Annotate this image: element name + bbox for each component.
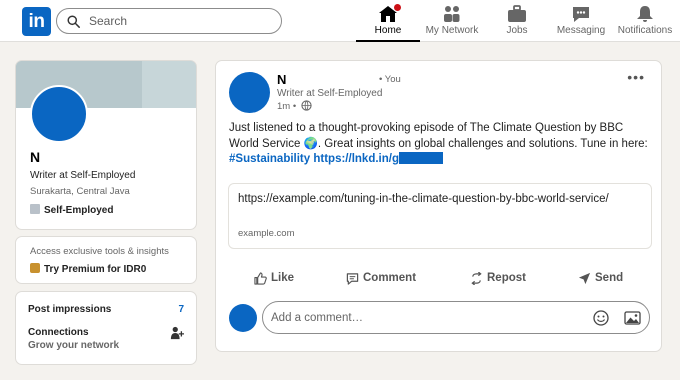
search-icon — [67, 15, 80, 28]
profile-company[interactable]: Self-Employed — [30, 204, 113, 216]
link-preview[interactable]: https://example.com/tuning-in-the-climat… — [228, 183, 652, 249]
premium-link[interactable]: Try Premium for IDR0 — [30, 263, 146, 275]
messaging-icon — [573, 7, 589, 22]
nav-jobs-label: Jobs — [506, 25, 528, 36]
post-text: Just listened to a thought-provoking epi… — [229, 122, 648, 150]
repost-icon — [471, 272, 482, 285]
search-input[interactable] — [89, 12, 269, 30]
profile-location: Surakarta, Central Java — [30, 186, 130, 197]
notifications-icon — [637, 6, 653, 22]
profile-company-label: Self-Employed — [44, 205, 114, 216]
like-icon — [254, 272, 267, 285]
profile-name[interactable]: N — [30, 149, 40, 165]
nav-messaging[interactable]: Messaging — [552, 0, 610, 42]
hashtag-link[interactable]: #Sustainability — [229, 153, 310, 165]
linkedin-logo[interactable]: in — [22, 7, 51, 36]
notification-dot — [393, 3, 402, 12]
send-icon — [578, 272, 591, 285]
redacted-link — [398, 152, 443, 164]
post-options-button[interactable]: ••• — [627, 69, 645, 85]
post-impressions-count[interactable]: 7 — [178, 304, 184, 315]
nav-home-label: Home — [374, 25, 402, 36]
comment-input[interactable] — [271, 309, 571, 327]
comment-icon — [346, 273, 359, 285]
short-link[interactable]: https://lnkd.in/g — [313, 153, 399, 165]
comment-box[interactable] — [262, 301, 650, 334]
stats-card: Post impressions 7 Connections Grow your… — [15, 291, 197, 365]
post-author-headline: Writer at Self-Employed — [277, 88, 383, 99]
post-actions: Like Comment Repost Send — [216, 268, 661, 292]
premium-link-label: Try Premium for IDR0 — [44, 264, 147, 275]
post-card: N • You Writer at Self-Employed 1m • •••… — [215, 60, 662, 352]
nav-notifications[interactable]: Notifications — [612, 0, 678, 42]
jobs-icon — [508, 5, 526, 22]
company-icon — [30, 204, 40, 214]
add-connection-icon[interactable] — [170, 326, 184, 340]
nav-home[interactable]: Home — [356, 0, 420, 42]
nav-messaging-label: Messaging — [556, 25, 606, 36]
like-label: Like — [271, 272, 295, 284]
comment-label: Comment — [363, 272, 417, 284]
grow-network-link[interactable]: Grow your network — [28, 340, 119, 351]
post-timestamp: 1m • — [277, 101, 297, 112]
profile-avatar[interactable] — [30, 85, 88, 143]
link-preview-domain: example.com — [238, 228, 295, 239]
repost-label: Repost — [487, 272, 526, 284]
nav-my-network-label: My Network — [425, 25, 479, 36]
post-author-you: • You — [379, 74, 401, 85]
premium-icon — [30, 263, 40, 273]
globe-icon — [301, 100, 312, 111]
post-impressions-label[interactable]: Post impressions — [28, 304, 111, 315]
post-author-name[interactable]: N — [277, 72, 286, 87]
network-icon — [444, 6, 460, 22]
premium-card[interactable]: Access exclusive tools & insights Try Pr… — [15, 236, 197, 284]
profile-headline: Writer at Self-Employed — [30, 170, 136, 181]
photo-icon[interactable] — [624, 310, 641, 326]
search-bar[interactable] — [56, 8, 282, 34]
post-author-avatar[interactable] — [229, 72, 270, 113]
top-navigation: in Home My Network Jobs Messaging Notifi… — [0, 0, 680, 42]
commenter-avatar — [229, 304, 257, 332]
nav-notifications-label: Notifications — [617, 25, 673, 36]
banner-shape — [142, 61, 196, 108]
premium-teaser: Access exclusive tools & insights — [30, 246, 169, 257]
link-preview-url[interactable]: https://example.com/tuning-in-the-climat… — [238, 192, 638, 208]
profile-card: N Writer at Self-Employed Surakarta, Cen… — [15, 60, 197, 230]
nav-my-network[interactable]: My Network — [420, 0, 484, 42]
post-body: Just listened to a thought-provoking epi… — [229, 121, 649, 168]
nav-jobs[interactable]: Jobs — [488, 0, 546, 42]
send-label: Send — [595, 272, 624, 284]
emoji-icon[interactable] — [593, 310, 609, 326]
connections-label[interactable]: Connections — [28, 327, 89, 338]
